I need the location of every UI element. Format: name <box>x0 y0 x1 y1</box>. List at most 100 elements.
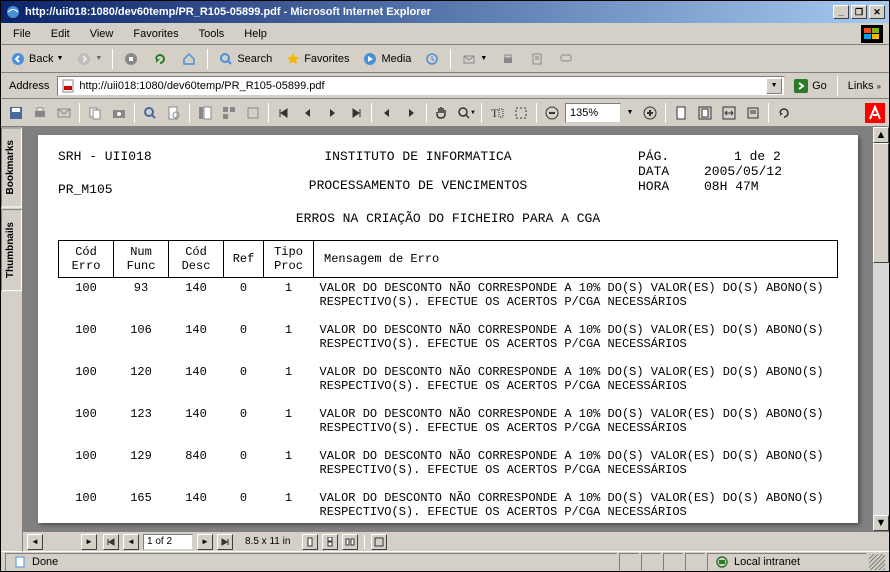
document-area[interactable]: SRH - UII018 PR_M105 INSTITUTO DE INFORM… <box>23 127 873 531</box>
pdf-camera-button[interactable] <box>108 102 130 124</box>
table-row: 10016514001VALOR DO DESCONTO NÃO CORRESP… <box>59 488 838 522</box>
th-num-func: Num Func <box>114 241 169 278</box>
zoom-dropdown-button[interactable]: ▼ <box>623 102 637 124</box>
mail-button[interactable]: ▼ <box>456 48 492 70</box>
status-pane-3 <box>663 553 683 571</box>
menu-help[interactable]: Help <box>236 26 275 42</box>
minimize-button[interactable]: _ <box>833 5 849 19</box>
cell-ref: 0 <box>224 488 264 522</box>
pdf-print-button[interactable] <box>29 102 51 124</box>
print-icon <box>500 51 516 67</box>
meta-date-label: DATA <box>638 164 688 179</box>
thumbnails-tab[interactable]: Thumbnails <box>1 209 22 291</box>
cell-cod_desc: 140 <box>169 320 224 354</box>
discuss-icon <box>558 51 574 67</box>
menu-view[interactable]: View <box>82 26 122 42</box>
pdf-zoom-tool-button[interactable]: ▼ <box>455 102 477 124</box>
zoom-input[interactable] <box>565 103 621 123</box>
forward-button[interactable]: ▼ <box>71 48 107 70</box>
scroll-track[interactable] <box>873 143 889 515</box>
pdf-show-bookmarks-button[interactable] <box>194 102 216 124</box>
pdf-toolbar: ▼ T ▼ <box>1 99 889 127</box>
pdf-hand-tool-button[interactable] <box>431 102 453 124</box>
media-button[interactable]: Media <box>357 48 416 70</box>
search-icon <box>218 51 234 67</box>
scroll-thumb[interactable] <box>873 143 889 263</box>
bookmarks-tab[interactable]: Bookmarks <box>1 127 22 207</box>
address-input[interactable] <box>79 80 763 92</box>
home-button[interactable] <box>176 48 202 70</box>
stop-button[interactable] <box>118 48 144 70</box>
pdf-fit-width-button[interactable] <box>718 102 740 124</box>
cell-cod_erro: 100 <box>59 320 114 354</box>
pdf-zoom-in-button[interactable] <box>639 102 661 124</box>
go-label: Go <box>812 80 827 92</box>
pdf-prev-view-button[interactable] <box>376 102 398 124</box>
pdf-rotate-button[interactable] <box>773 102 795 124</box>
scroll-down-button[interactable]: ▼ <box>873 515 889 531</box>
maximize-button[interactable]: ❐ <box>851 5 867 19</box>
footer-mode-button[interactable] <box>371 534 387 550</box>
pdf-first-page-button[interactable] <box>273 102 295 124</box>
close-button[interactable]: ✕ <box>869 5 885 19</box>
cell-tipo_proc: 1 <box>264 320 314 354</box>
links-button[interactable]: Links » <box>844 80 885 92</box>
search-button[interactable]: Search <box>213 48 277 70</box>
scroll-up-button[interactable]: ▲ <box>873 127 889 143</box>
media-icon <box>362 51 378 67</box>
footer-facing-button[interactable] <box>342 534 358 550</box>
pdf-show-thumbs-button[interactable] <box>218 102 240 124</box>
adobe-icon <box>865 103 885 123</box>
history-button[interactable] <box>419 48 445 70</box>
address-dropdown-button[interactable]: ▼ <box>766 78 782 94</box>
pdf-zoom-out-button[interactable] <box>541 102 563 124</box>
footer-last-page-button[interactable] <box>217 534 233 550</box>
menu-edit[interactable]: Edit <box>43 26 78 42</box>
pdf-next-page-button[interactable] <box>321 102 343 124</box>
menu-tools[interactable]: Tools <box>191 26 233 42</box>
h-scroll-right-button[interactable]: ► <box>81 534 97 550</box>
pdf-actual-size-button[interactable] <box>670 102 692 124</box>
footer-prev-page-button[interactable]: ◄ <box>123 534 139 550</box>
pdf-find-button[interactable] <box>139 102 161 124</box>
resize-grip[interactable] <box>869 554 885 570</box>
pdf-last-page-button[interactable] <box>345 102 367 124</box>
cell-num_func: 106 <box>114 320 169 354</box>
go-button[interactable]: Go <box>789 78 831 94</box>
menu-favorites[interactable]: Favorites <box>125 26 186 42</box>
report-table: Cód Erro Num Func Cód Desc Ref Tipo Proc… <box>58 240 838 530</box>
footer-first-page-button[interactable] <box>103 534 119 550</box>
pdf-search-doc-button[interactable] <box>163 102 185 124</box>
cell-cod_desc: 140 <box>169 404 224 438</box>
pdf-text-select-button[interactable]: T <box>486 102 508 124</box>
report-title: ERROS NA CRIAÇÃO DO FICHEIRO PARA A CGA <box>58 211 838 226</box>
edit-button[interactable] <box>524 48 550 70</box>
pdf-prev-page-button[interactable] <box>297 102 319 124</box>
meta-time-label: HORA <box>638 179 688 194</box>
footer-next-page-button[interactable]: ► <box>197 534 213 550</box>
refresh-button[interactable] <box>147 48 173 70</box>
pdf-next-view-button[interactable] <box>400 102 422 124</box>
print-button[interactable] <box>495 48 521 70</box>
cell-msg: VALOR DO DESCONTO NÃO CORRESPONDE A 10% … <box>314 404 838 438</box>
pdf-email-button[interactable] <box>53 102 75 124</box>
favorites-button[interactable]: Favorites <box>280 48 354 70</box>
menu-file[interactable]: File <box>5 26 39 42</box>
status-text: Done <box>32 556 58 568</box>
pdf-ebook-button[interactable] <box>242 102 264 124</box>
ie-icon <box>5 4 21 20</box>
vertical-scrollbar[interactable]: ▲ ▼ <box>873 127 889 531</box>
h-scroll-left-button[interactable]: ◄ <box>27 534 43 550</box>
footer-continuous-button[interactable] <box>322 534 338 550</box>
cell-cod_erro: 100 <box>59 278 114 313</box>
pdf-copy-button[interactable] <box>84 102 106 124</box>
pdf-reflow-button[interactable] <box>742 102 764 124</box>
discuss-button[interactable] <box>553 48 579 70</box>
pdf-fit-page-button[interactable] <box>694 102 716 124</box>
footer-page-input[interactable] <box>143 534 193 550</box>
back-button[interactable]: Back ▼ <box>5 48 68 70</box>
footer-single-page-button[interactable] <box>302 534 318 550</box>
history-icon <box>424 51 440 67</box>
pdf-save-button[interactable] <box>5 102 27 124</box>
pdf-graphic-select-button[interactable] <box>510 102 532 124</box>
